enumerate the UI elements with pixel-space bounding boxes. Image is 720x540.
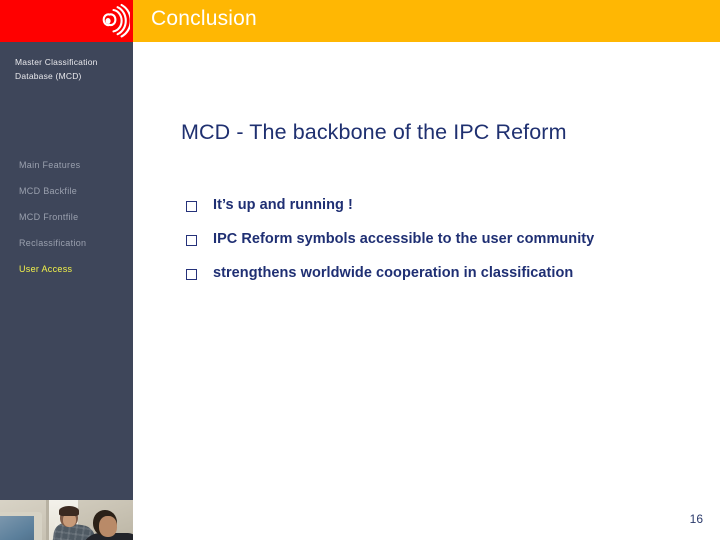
presentation-slide: Conclusion Master Classification Databas… — [0, 0, 720, 540]
sidebar-item-user-access[interactable]: User Access — [19, 256, 139, 282]
photo-window-frame — [46, 500, 49, 540]
sidebar: Master Classification Database (MCD) Mai… — [0, 42, 133, 540]
hollow-square-bullet-icon — [186, 201, 197, 212]
sidebar-item-main-features[interactable]: Main Features — [19, 152, 139, 178]
hollow-square-bullet-icon — [186, 269, 197, 280]
bullet-item-text: strengthens worldwide cooperation in cla… — [213, 265, 574, 281]
header-logo-block — [0, 0, 133, 42]
sidebar-photo — [0, 500, 133, 540]
bullet-item: It’s up and running ! — [181, 197, 711, 230]
bullet-item: IPC Reform symbols accessible to the use… — [181, 231, 711, 264]
wipo-spiral-logo-icon — [88, 2, 132, 40]
page-number: 16 — [689, 512, 703, 526]
header-title-block: Conclusion — [133, 0, 720, 42]
slide-content: MCD - The backbone of the IPC Reform It’… — [133, 42, 720, 540]
sidebar-item-reclassification[interactable]: Reclassification — [19, 230, 139, 256]
bullet-item-text: IPC Reform symbols accessible to the use… — [213, 231, 595, 247]
sidebar-heading: Master Classification Database (MCD) — [15, 57, 98, 81]
photo-person-seated-face — [99, 516, 117, 537]
photo-person-standing-hair — [59, 506, 79, 516]
page-title: Conclusion — [151, 7, 257, 30]
sidebar-item-mcd-backfile[interactable]: MCD Backfile — [19, 178, 139, 204]
bullet-item: strengthens worldwide cooperation in cla… — [181, 265, 711, 298]
sidebar-nav: Main Features MCD Backfile MCD Frontfile… — [19, 152, 139, 282]
slide-heading: MCD - The backbone of the IPC Reform — [181, 120, 567, 144]
sidebar-item-mcd-frontfile[interactable]: MCD Frontfile — [19, 204, 139, 230]
photo-monitor — [0, 512, 42, 540]
photo-monitor-screen — [0, 516, 34, 540]
slide-header: Conclusion — [0, 0, 720, 42]
hollow-square-bullet-icon — [186, 235, 197, 246]
bullet-item-text: It’s up and running ! — [213, 197, 353, 213]
bullet-list: It’s up and running ! IPC Reform symbols… — [181, 197, 711, 299]
